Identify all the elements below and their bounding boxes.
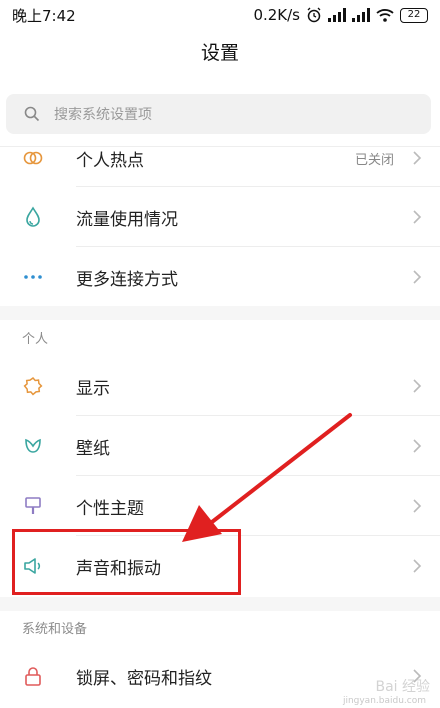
hotspot-icon	[23, 151, 43, 165]
status-bar: 晚上7:42 0.2K/s 22	[0, 0, 440, 30]
wifi-icon	[376, 9, 394, 22]
settings-item-label: 壁纸	[76, 438, 110, 459]
settings-item-more-connections[interactable]: 更多连接方式	[0, 247, 440, 307]
section-title-personal: 个人	[22, 332, 49, 347]
chevron-right-icon	[413, 499, 422, 513]
page-title: 设置	[200, 42, 239, 64]
watermark: Bai 经验	[375, 679, 430, 695]
settings-item-hotspot[interactable]: 个人热点 已关闭	[0, 128, 440, 188]
status-icons: 0.2K/s 22	[253, 6, 428, 24]
chevron-right-icon	[413, 210, 422, 224]
network-speed: 0.2K/s	[253, 6, 300, 24]
watermark-url: jingyan.baidu.com	[342, 696, 426, 706]
settings-item-label: 个人热点	[76, 150, 144, 171]
settings-item-theme[interactable]: 个性主题	[0, 476, 440, 536]
chevron-right-icon	[413, 270, 422, 284]
settings-item-display[interactable]: 显示	[0, 356, 440, 416]
search-icon	[24, 106, 40, 122]
section-gap	[0, 597, 440, 611]
signal-icon	[328, 8, 346, 22]
alarm-icon	[307, 7, 321, 23]
chevron-right-icon	[413, 379, 422, 393]
settings-item-data-usage[interactable]: 流量使用情况	[0, 187, 440, 247]
settings-item-label: 显示	[76, 378, 110, 399]
settings-item-value: 已关闭	[354, 152, 394, 168]
chevron-right-icon	[413, 151, 422, 165]
settings-item-label: 个性主题	[76, 498, 144, 519]
search-placeholder: 搜索系统设置项	[54, 107, 152, 123]
settings-item-label: 更多连接方式	[76, 269, 178, 290]
theme-brush-icon	[25, 497, 41, 514]
lock-icon	[25, 667, 41, 686]
settings-item-wallpaper[interactable]: 壁纸	[0, 416, 440, 476]
section-gap	[0, 306, 440, 320]
section-title-system: 系统和设备	[22, 622, 88, 637]
signal-hd-icon	[352, 8, 370, 22]
settings-item-label: 锁屏、密码和指纹	[76, 668, 212, 689]
chevron-right-icon	[413, 559, 422, 573]
status-time: 晚上7:42	[12, 6, 76, 25]
chevron-right-icon	[413, 439, 422, 453]
highlight-box	[12, 529, 241, 595]
display-sun-icon	[23, 377, 43, 396]
more-dots-icon	[24, 275, 42, 279]
settings-item-label: 流量使用情况	[76, 209, 178, 230]
battery-indicator: 22	[400, 7, 428, 23]
data-drop-icon	[26, 206, 40, 227]
wallpaper-flower-icon	[25, 438, 41, 453]
